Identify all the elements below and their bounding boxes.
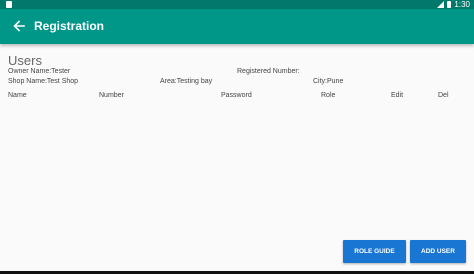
shop-name-label: Shop Name:Test Shop — [8, 78, 79, 85]
column-header-edit: Edit — [391, 92, 404, 99]
column-header-del: Del — [438, 92, 449, 99]
owner-name-label: Owner Name:Tester — [8, 68, 71, 75]
app-bar-title: Registration — [34, 19, 105, 33]
registered-number-label: Registered Number: — [237, 68, 300, 75]
status-bar: 1:30 — [0, 0, 474, 9]
status-time: 1:30 — [454, 0, 470, 9]
city-label: City:Pune — [313, 78, 344, 85]
page-title: Users — [8, 53, 42, 68]
column-header-number: Number — [99, 92, 124, 99]
column-header-role: Role — [321, 92, 336, 99]
battery-icon — [447, 1, 452, 8]
area-label: Area:Testing bay — [160, 78, 213, 85]
back-arrow-icon[interactable] — [11, 18, 27, 34]
add-user-button[interactable]: ADD USER — [410, 240, 466, 263]
role-guide-button[interactable]: ROLE GUIDE — [343, 240, 406, 263]
app-bar: Registration — [0, 9, 474, 44]
main-content: Users Owner Name:Tester Registered Numbe… — [0, 44, 474, 274]
column-header-name: Name — [8, 92, 27, 99]
signal-icon — [437, 1, 445, 8]
notification-icon — [6, 1, 12, 8]
column-header-password: Password — [221, 92, 252, 99]
